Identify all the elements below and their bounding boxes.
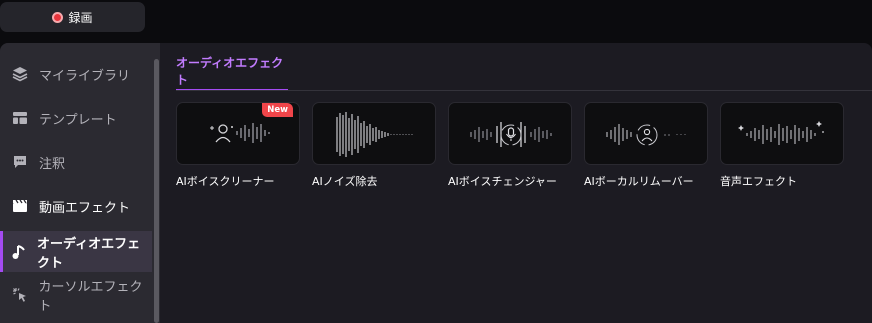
sidebar: マイライブラリ テンプレート 注釈 動画エフェクト オーディオエフェクト カーソ…: [0, 43, 160, 323]
microphone-waveform-icon: [470, 122, 552, 147]
sidebar-item-label: カーソルエフェクト: [38, 280, 143, 314]
effect-thumbnail: [312, 102, 436, 165]
person-remove-waveform-icon: [606, 124, 686, 146]
music-note-icon: [11, 243, 27, 261]
content-area: オーディオエフェクト New AIボイスクリーナー AIノイズ除去 AIボイスチ…: [160, 43, 872, 323]
effect-thumbnail: New: [176, 102, 300, 165]
effect-card-ai-voice-changer[interactable]: AIボイスチェンジャー: [448, 102, 572, 189]
effect-card-voice-effects[interactable]: 音声エフェクト: [720, 102, 844, 189]
effect-card-label: AIボイスチェンジャー: [448, 175, 557, 188]
sidebar-item-label: マイライブラリ: [39, 68, 131, 84]
new-badge: New: [262, 103, 293, 117]
cursor-click-icon: [11, 286, 28, 304]
effect-card-label: AIノイズ除去: [312, 175, 378, 188]
sidebar-item-label: 動画エフェクト: [39, 200, 131, 216]
comment-icon: [11, 153, 29, 171]
sidebar-item-my-library[interactable]: マイライブラリ: [0, 54, 152, 94]
sidebar-item-audio-effects[interactable]: オーディオエフェクト: [0, 231, 152, 272]
effects-panel: マイライブラリ テンプレート 注釈 動画エフェクト オーディオエフェクト カーソ…: [0, 43, 872, 323]
sidebar-scrollbar[interactable]: [154, 59, 159, 323]
effect-card-ai-vocal-remover[interactable]: AIボーカルリムーバー: [584, 102, 708, 189]
record-button[interactable]: 録画: [0, 2, 145, 32]
template-icon: [11, 109, 29, 127]
effect-card-label: 音声エフェクト: [720, 175, 797, 188]
tab-audio-effects[interactable]: オーディオエフェクト: [176, 51, 288, 91]
effect-card-label: AIボーカルリムーバー: [584, 175, 694, 188]
sparkle-waveform-icon: [738, 121, 824, 145]
effect-thumbnail: [584, 102, 708, 165]
sidebar-item-video-effects[interactable]: 動画エフェクト: [0, 186, 152, 226]
effect-thumbnail: [448, 102, 572, 165]
sidebar-item-cursor-effects[interactable]: カーソルエフェクト: [0, 275, 152, 315]
effect-card-label: AIボイスクリーナー: [176, 175, 275, 188]
sidebar-item-label: テンプレート: [39, 112, 117, 128]
effect-thumbnail: [720, 102, 844, 165]
effect-card-ai-voice-cleaner[interactable]: New AIボイスクリーナー: [176, 102, 300, 189]
waveform-icon: [336, 112, 413, 157]
sidebar-item-annotations[interactable]: 注釈: [0, 142, 152, 182]
effect-card-ai-noise-removal[interactable]: AIノイズ除去: [312, 102, 436, 189]
record-label: 録画: [68, 10, 93, 25]
sidebar-item-label: 注釈: [39, 156, 66, 172]
sidebar-item-templates[interactable]: テンプレート: [0, 98, 152, 138]
layers-icon: [11, 65, 29, 83]
record-dot-icon: [52, 11, 64, 23]
clapperboard-icon: [11, 197, 29, 215]
tab-divider: [176, 90, 872, 91]
sidebar-item-label: オーディオエフェクト: [37, 236, 141, 271]
